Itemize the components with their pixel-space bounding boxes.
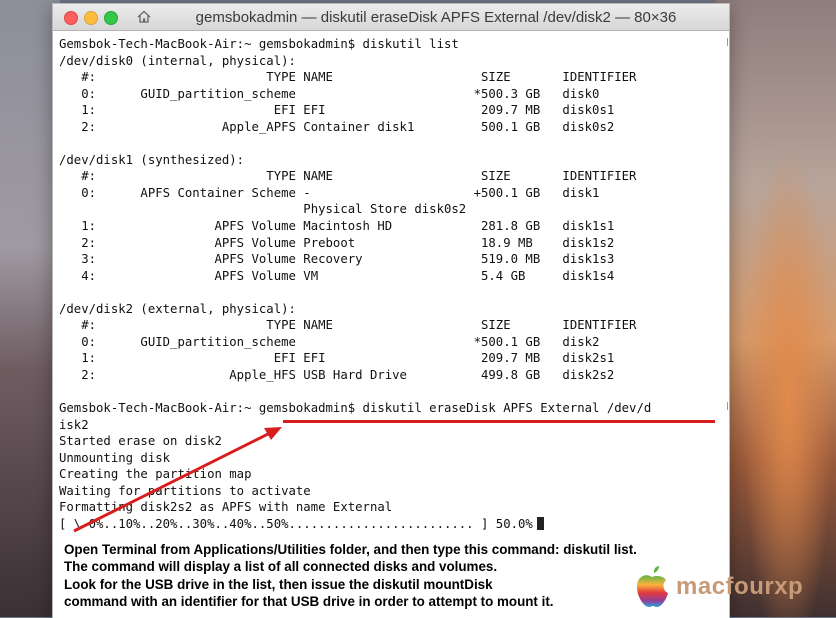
watermark-text: macfourxp (676, 573, 804, 600)
arrow-line (73, 430, 273, 533)
macfourxp-watermark: macfourxp (632, 565, 832, 613)
apple-logo-icon (637, 566, 668, 607)
caption-line: Open Terminal from Applications/Utilitie… (64, 542, 637, 557)
annotation-arrow (73, 427, 282, 533)
